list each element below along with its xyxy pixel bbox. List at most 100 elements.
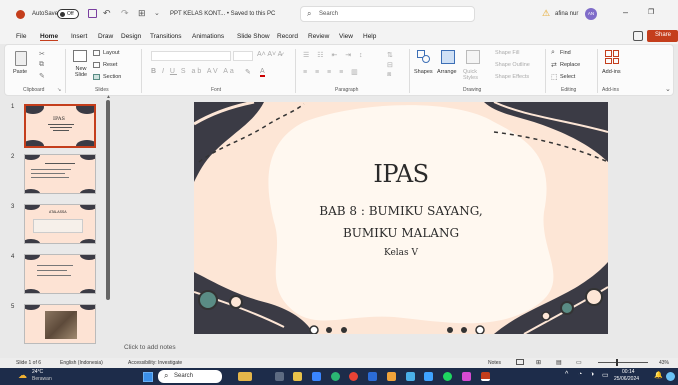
slide-thumbnail-2[interactable] [24,154,96,194]
clock-time[interactable]: 00:14 [622,369,635,375]
shape-outline-button[interactable]: Shape Outline [495,62,530,68]
spotify-icon[interactable] [443,372,452,381]
accessibility-status[interactable]: Accessibility: Investigate [128,360,182,366]
slide-thumbnail-5[interactable] [24,304,96,344]
share-button[interactable]: Share [647,30,678,42]
section-icon[interactable] [93,74,100,80]
shapes-button[interactable]: Shapes [414,69,433,75]
tab-design[interactable]: Design [121,33,141,40]
shapes-icon[interactable] [417,50,431,64]
select-button[interactable]: Select [560,74,575,80]
tab-file[interactable]: File [16,33,26,40]
smartart-icon[interactable]: ⧈ [387,71,391,79]
tab-transitions[interactable]: Transitions [150,33,182,40]
quick-styles-button[interactable]: Quick Styles [463,69,483,81]
layout-button[interactable]: Layout [103,50,120,56]
shape-effects-button[interactable]: Shape Effects [495,74,529,80]
present-icon[interactable]: ⊞ [138,8,146,19]
zoom-slider[interactable] [598,359,648,366]
edge-icon[interactable] [331,372,340,381]
paste-icon[interactable] [15,51,27,66]
add-ins-icon[interactable] [605,50,619,64]
tab-record[interactable]: Record [277,33,298,40]
reset-button[interactable]: Reset [103,62,117,68]
find-button[interactable]: Find [560,50,571,56]
list-buttons[interactable]: ☰ ☷ ⇤ ⇥ ↕ [303,51,366,59]
find-icon[interactable]: ⌕ [551,49,555,57]
slide-thumbnail-4[interactable] [24,254,96,294]
widgets-icon[interactable] [238,372,252,381]
clipboard-launcher-icon[interactable]: ↘ [57,87,61,93]
notification-icon[interactable]: 🔔 [654,371,663,379]
designer-warning-icon[interactable]: ⚠ [542,8,550,19]
copilot-tray-icon[interactable] [666,372,675,381]
word-icon[interactable] [368,372,377,381]
chrome-icon[interactable] [349,372,358,381]
replace-button[interactable]: Replace [560,62,580,68]
tab-view[interactable]: View [339,33,353,40]
reading-view-icon[interactable]: ▤ [556,359,562,366]
minimize-icon[interactable]: – [623,7,628,17]
slide-subtitle-line-1[interactable]: BAB 8 : BUMIKU SAYANG, [194,204,608,218]
volume-icon[interactable]: ◑ [590,371,594,378]
wifi-icon[interactable]: ◔ [578,371,582,378]
slide-title[interactable]: IPAS [194,160,608,188]
thumbnail-scrollbar[interactable] [106,100,110,300]
tab-review[interactable]: Review [308,33,329,40]
task-view-icon[interactable] [275,372,284,381]
photos-icon[interactable] [462,372,471,381]
battery-icon[interactable]: ▭ [602,371,609,379]
slide-subtitle-line-2[interactable]: BUMIKU MALANG [194,226,608,240]
align-buttons[interactable]: ≡ ≡ ≡ ≡ ▥ [303,68,361,76]
notes-pane[interactable]: Click to add notes [118,338,678,358]
font-color-icon[interactable]: A [260,68,265,77]
restore-icon[interactable]: ❐ [648,8,654,16]
search-box[interactable]: ⌕ Search [300,6,475,22]
quick-styles-icon[interactable] [466,50,480,64]
redo-icon[interactable]: ↷ [121,8,129,19]
copilot-icon[interactable] [406,372,415,381]
tab-slide-show[interactable]: Slide Show [237,33,270,40]
new-slide-icon[interactable] [73,50,87,62]
undo-icon[interactable]: ↶ [103,8,111,19]
select-icon[interactable]: ⬚ [551,73,558,81]
shape-fill-button[interactable]: Shape Fill [495,50,519,56]
zoom-level[interactable]: 43% [659,360,669,366]
paste-button[interactable]: Paste [13,69,27,75]
tab-home[interactable]: Home [40,33,59,41]
notes-toggle[interactable]: Notes [488,360,501,366]
copy-icon[interactable]: ⧉ [39,61,44,69]
tab-insert[interactable]: Insert [71,33,87,40]
tray-chevron-icon[interactable]: ^ [565,371,568,378]
highlight-icon[interactable]: ✎ [245,68,251,76]
file-explorer-icon[interactable] [293,372,302,381]
slide-thumbnail-3[interactable]: ATALASSA [24,204,96,244]
new-slide-button[interactable]: New Slide [69,66,93,78]
slide-counter[interactable]: Slide 1 of 6 [16,360,41,366]
format-painter-icon[interactable]: ✎ [39,72,45,80]
store-icon[interactable] [312,372,321,381]
tab-animations[interactable]: Animations [192,33,224,40]
autosave-toggle[interactable]: Off [57,9,79,19]
cut-icon[interactable]: ✂ [39,50,45,58]
arrange-icon[interactable] [441,50,455,64]
text-direction-icon[interactable]: ⇅ [387,51,393,59]
avatar[interactable]: AN [585,8,597,20]
save-icon[interactable] [88,9,97,18]
clock-date[interactable]: 25/06/2024 [614,376,639,382]
comments-icon[interactable] [633,31,643,41]
normal-view-icon[interactable] [516,359,524,365]
slide-sorter-icon[interactable]: ⊞ [536,359,541,366]
customize-qat-icon[interactable]: ⌄ [154,9,160,17]
arrange-button[interactable]: Arrange [437,69,457,75]
taskbar-search[interactable]: ⌕ Search [158,370,222,383]
slide-canvas[interactable]: IPAS BAB 8 : BUMIKU SAYANG, BUMIKU MALAN… [194,102,608,334]
powerpoint-taskbar-icon[interactable] [481,372,490,381]
section-button[interactable]: Section [103,74,121,80]
reset-icon[interactable] [93,62,100,68]
align-text-icon[interactable]: ⊟ [387,61,393,69]
font-size-controls[interactable]: A˄ A˅ A̷ [257,51,282,58]
layout-icon[interactable] [93,50,100,56]
tab-help[interactable]: Help [363,33,376,40]
start-icon[interactable] [143,372,153,382]
